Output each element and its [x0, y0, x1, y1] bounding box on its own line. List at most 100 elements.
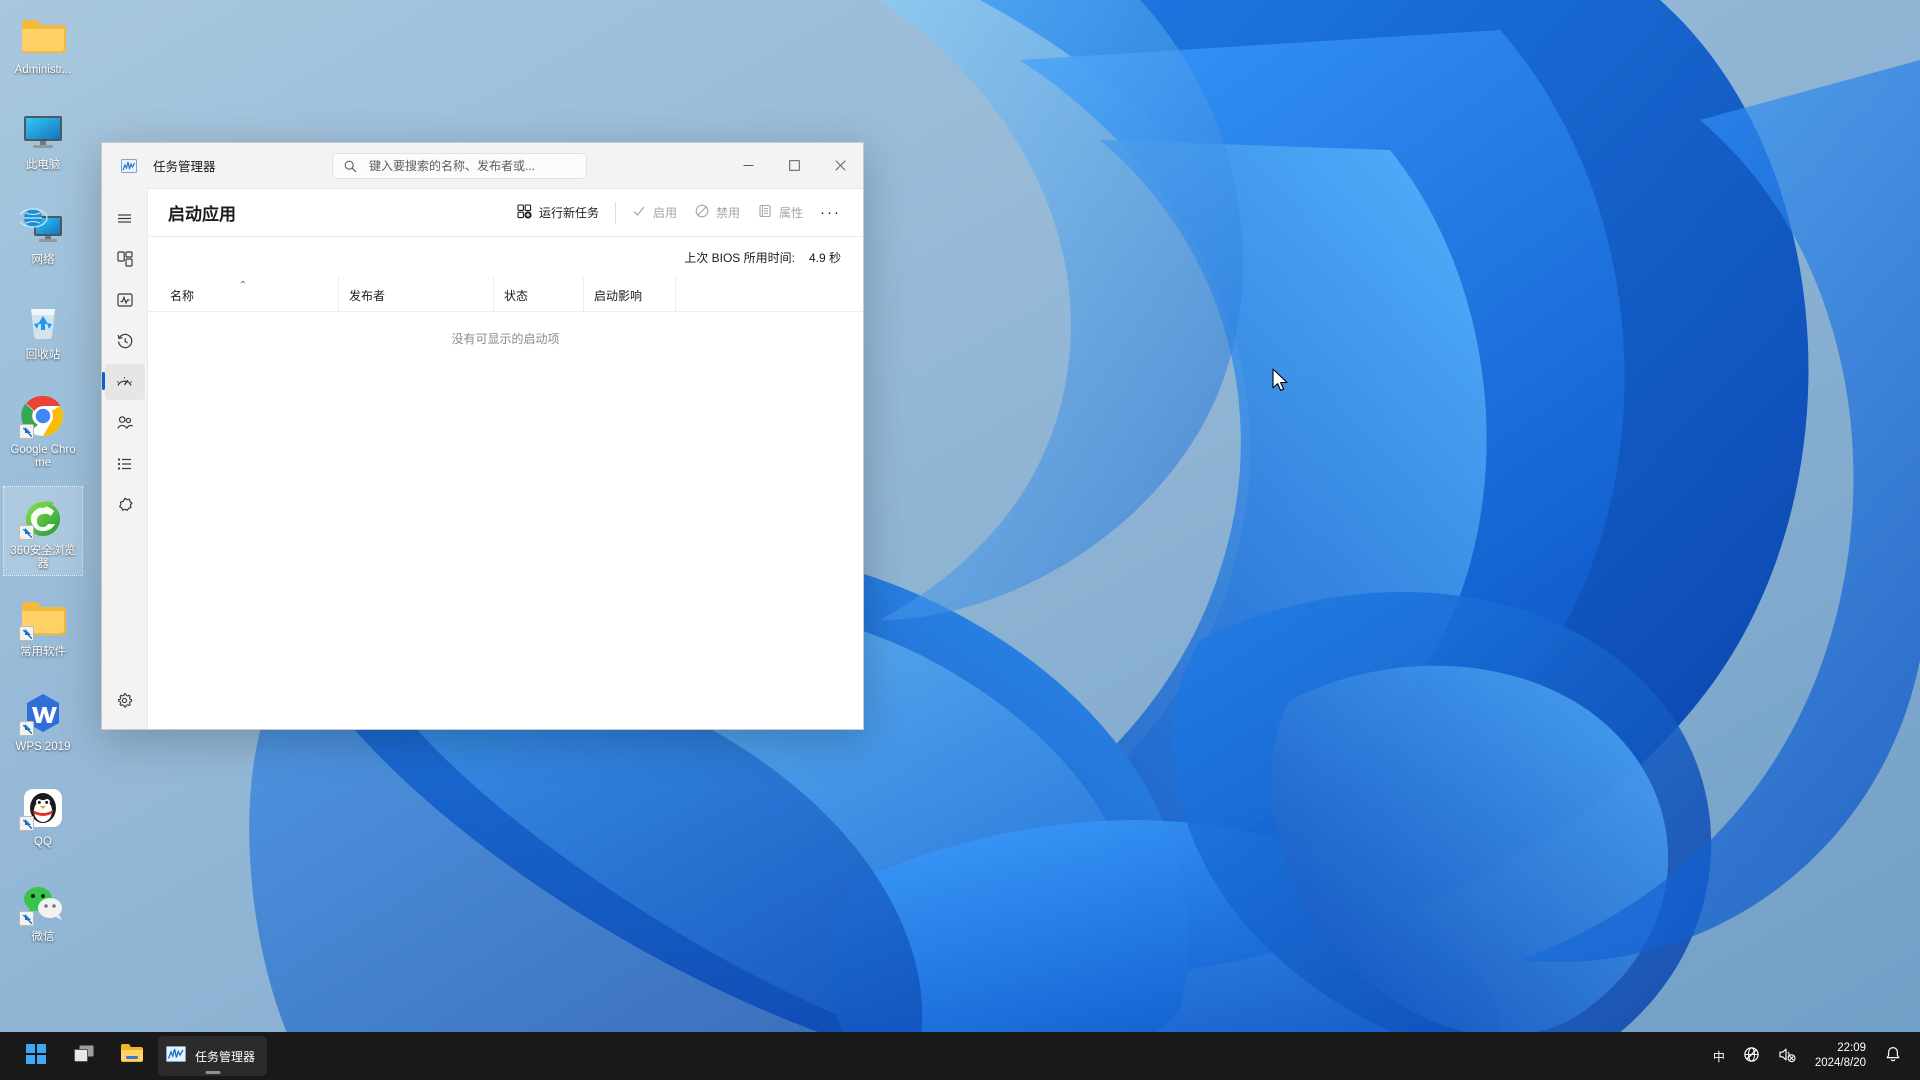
- sort-ascending-icon: ⌃: [238, 280, 248, 291]
- shortcut-arrow-icon: [19, 424, 34, 439]
- gear-icon: [118, 692, 133, 707]
- services-gear-icon: [118, 497, 132, 511]
- details-list-icon: [117, 458, 131, 470]
- sidebar-item-startup-apps[interactable]: [101, 364, 145, 400]
- sidebar-item-processes[interactable]: [105, 241, 145, 277]
- file-explorer-button[interactable]: [110, 1036, 154, 1076]
- startup-gauge-icon: [116, 376, 133, 386]
- desktop-icon-network[interactable]: 网络: [4, 196, 82, 278]
- taskbar-apps[interactable]: 任务管理器: [14, 1032, 268, 1080]
- desktop-icon-label: Administr...: [14, 64, 72, 76]
- qq-icon: [19, 784, 67, 832]
- task-manager-window[interactable]: 任务管理器 键入要搜索的名称、发布者或... 启动应用 运行新任务 启用 禁用 …: [101, 142, 864, 730]
- column-header-label: 启动影响: [594, 289, 643, 303]
- enable-label: 启用: [652, 206, 677, 220]
- page-title: 启动应用: [168, 205, 236, 224]
- column-header-extra[interactable]: [675, 277, 863, 311]
- table-body: 没有可显示的启动项: [148, 312, 863, 729]
- task-manager-icon: [121, 158, 137, 174]
- desktop-icon-common-software[interactable]: 常用软件: [4, 588, 82, 670]
- block-icon: [695, 204, 709, 221]
- search-icon: [344, 160, 357, 173]
- clock[interactable]: 22:09 2024/8/20: [1805, 1036, 1876, 1076]
- start-button[interactable]: [14, 1036, 58, 1076]
- desktop-icon-label: 此电脑: [25, 159, 61, 171]
- volume-muted-icon: [1778, 1046, 1796, 1066]
- taskbar-task-manager[interactable]: 任务管理器: [158, 1036, 268, 1076]
- ime-indicator[interactable]: 中: [1704, 1036, 1734, 1076]
- users-people-icon: [116, 416, 133, 429]
- bios-time-row: 上次 BIOS 所用时间: 4.9 秒: [148, 237, 863, 278]
- more-options-button[interactable]: ···: [812, 198, 849, 228]
- desktop-icon-this-pc[interactable]: 此电脑: [4, 101, 82, 183]
- processes-grid-icon: [116, 251, 133, 267]
- task-manager-icon: [166, 1044, 186, 1069]
- sidebar-item-hamburger[interactable]: [105, 200, 145, 236]
- column-header-publisher[interactable]: 发布者: [338, 277, 493, 311]
- network-button[interactable]: [1734, 1036, 1769, 1076]
- desktop-icon-google-chrome[interactable]: Google Chrome: [4, 386, 82, 474]
- sidebar-item-details[interactable]: [105, 446, 145, 482]
- column-header-status[interactable]: 状态: [493, 277, 583, 311]
- maximize-button[interactable]: [771, 143, 817, 188]
- notifications-button[interactable]: [1876, 1036, 1910, 1076]
- check-icon: [632, 204, 646, 221]
- desktop-icon-recycle-bin[interactable]: 回收站: [4, 291, 82, 373]
- search-box[interactable]: [332, 153, 587, 179]
- enable-button[interactable]: 启用: [623, 198, 686, 228]
- table-header[interactable]: ⌃ 名称 发布者 状态 启动影响: [148, 277, 863, 312]
- window-titlebar[interactable]: 任务管理器: [102, 143, 863, 188]
- navigation-rail[interactable]: [101, 188, 147, 729]
- volume-button[interactable]: [1769, 1036, 1805, 1076]
- system-tray[interactable]: 中 22:09 2024/8/20: [1704, 1032, 1920, 1080]
- desktop-icon-360-browser[interactable]: 360安全浏览器: [3, 486, 83, 576]
- column-header-label: 名称: [170, 289, 195, 303]
- window-title: 任务管理器: [153, 160, 216, 174]
- column-header-startup-impact[interactable]: 启动影响: [583, 277, 675, 311]
- minimize-button[interactable]: [725, 143, 771, 188]
- desktop-icon-qq[interactable]: QQ: [4, 778, 82, 860]
- sidebar-item-settings[interactable]: [105, 682, 145, 718]
- window-controls[interactable]: [725, 143, 863, 188]
- desktop-icon-administrator[interactable]: Administr...: [4, 6, 82, 88]
- close-icon: [834, 160, 846, 171]
- run-new-task-button[interactable]: 运行新任务: [508, 198, 608, 228]
- task-view-button[interactable]: [62, 1036, 106, 1076]
- disable-button[interactable]: 禁用: [686, 198, 749, 228]
- shortcut-arrow-icon: [19, 816, 34, 831]
- search-input[interactable]: [369, 159, 569, 173]
- ime-label: 中: [1712, 1049, 1725, 1064]
- close-button[interactable]: [817, 143, 863, 188]
- sidebar-item-services[interactable]: [105, 487, 145, 523]
- taskbar[interactable]: 任务管理器 中 22:09 2024/8/20: [0, 1032, 1920, 1080]
- folder-icon: [19, 12, 67, 60]
- desktop-icon-grid[interactable]: Administr... 此电脑 网络 回收站 Google Chrome 36…: [3, 6, 90, 968]
- clock-time: 22:09: [1837, 1042, 1866, 1054]
- desktop-icon-wechat[interactable]: 微信: [4, 873, 82, 955]
- column-header-label: 发布者: [349, 289, 386, 303]
- column-header-name[interactable]: ⌃ 名称: [148, 277, 338, 311]
- shortcut-arrow-icon: [19, 721, 34, 736]
- shortcut-arrow-icon: [19, 525, 34, 540]
- window-body: 启动应用 运行新任务 启用 禁用 属性 ··· 上次 BIOS 所用时间: 4.…: [101, 188, 863, 729]
- sidebar-item-app-history[interactable]: [105, 323, 145, 359]
- desktop-icon-label: 360安全浏览器: [10, 545, 76, 570]
- more-ellipsis-icon: ···: [820, 204, 841, 221]
- sidebar-item-performance[interactable]: [105, 282, 145, 318]
- active-indicator: [205, 1071, 220, 1074]
- clock-date: 2024/8/20: [1814, 1057, 1866, 1069]
- desktop-icon-label: 微信: [31, 931, 55, 943]
- properties-button[interactable]: 属性: [749, 198, 812, 228]
- recycle-bin-icon: [19, 297, 67, 345]
- shortcut-arrow-icon: [19, 911, 34, 926]
- sidebar-item-users[interactable]: [105, 405, 145, 441]
- desktop-icon-wps[interactable]: WPS 2019: [4, 683, 82, 765]
- desktop[interactable]: Administr... 此电脑 网络 回收站 Google Chrome 36…: [0, 0, 1920, 1080]
- wechat-icon: [19, 879, 67, 927]
- properties-label: 属性: [778, 206, 803, 220]
- chrome-icon: [19, 392, 67, 440]
- content-pane: 启动应用 运行新任务 启用 禁用 属性 ··· 上次 BIOS 所用时间: 4.…: [147, 188, 863, 729]
- mouse-cursor: [1272, 368, 1290, 399]
- toolbar-separator: [614, 201, 616, 224]
- command-bar: 启动应用 运行新任务 启用 禁用 属性 ···: [148, 189, 863, 237]
